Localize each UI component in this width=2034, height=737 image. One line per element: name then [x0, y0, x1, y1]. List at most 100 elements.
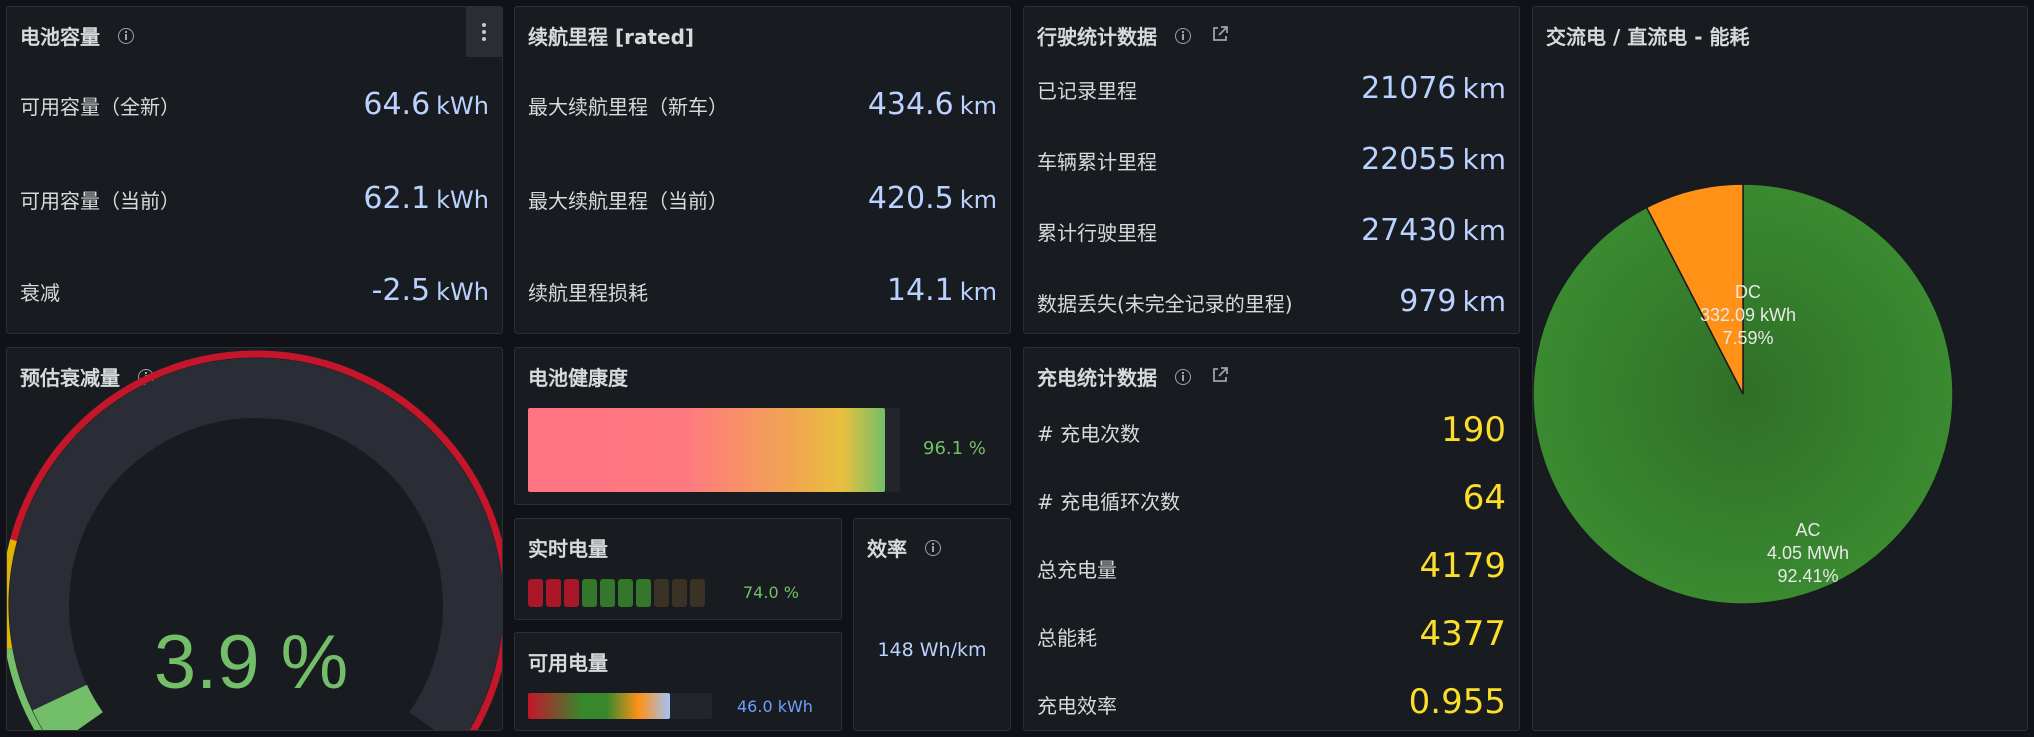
stat-row: 总能耗 4377 [1037, 614, 1506, 654]
stat-label: # 充电循环次数 [1037, 490, 1181, 514]
stat-label: 车辆累计里程 [1037, 150, 1157, 174]
energy-value: 46.0 kWh [737, 697, 813, 716]
pie-label-ac-name: AC [1795, 520, 1820, 540]
stat-row: 可用容量（全新） 64.6 kWh [20, 87, 489, 122]
panel-degradation-gauge: 预估衰减量 3.9 % [6, 347, 503, 731]
stat-row: 最大续航里程（新车） 434.6 km [528, 87, 997, 122]
gauge-fill [32, 684, 104, 730]
stat-row: 充电效率 0.955 [1037, 682, 1506, 722]
external-link-icon[interactable] [1211, 24, 1229, 48]
panel-menu-button[interactable] [466, 7, 502, 57]
soc-segment [600, 579, 615, 607]
stat-label: 续航里程损耗 [528, 281, 648, 305]
stat-value: 4377 [1419, 614, 1506, 654]
pie-label-dc-value: 332.09 kWh [1700, 305, 1796, 325]
stat-label: 可用容量（全新） [20, 95, 180, 119]
soc-segment [654, 579, 669, 607]
panel-title-text: 行驶统计数据 [1037, 25, 1157, 49]
soc-segment [582, 579, 597, 607]
stat-row: 可用容量（当前） 62.1 kWh [20, 181, 489, 216]
panel-range: 续航里程 [rated] 最大续航里程（新车） 434.6 km 最大续航里程（当… [514, 6, 1011, 334]
stat-value: 22055 km [1361, 142, 1506, 177]
stat-value: 14.1 km [886, 273, 997, 308]
panel-live-soc: 实时电量 74.0 % [514, 518, 842, 620]
soc-segment-bar [528, 579, 705, 607]
pie-chart: DC 332.09 kWh 7.59% AC 4.05 MWh 92.41% [1533, 183, 1954, 605]
efficiency-value: 148 Wh/km [877, 639, 987, 661]
soc-value: 74.0 % [743, 583, 799, 602]
stat-label: 累计行驶里程 [1037, 221, 1157, 245]
info-icon[interactable] [925, 539, 941, 556]
stat-row: 最大续航里程（当前） 420.5 km [528, 181, 997, 216]
stat-row: 已记录里程 21076 km [1037, 71, 1506, 106]
stat-row: # 充电循环次数 64 [1037, 478, 1506, 518]
stat-value: 190 [1441, 410, 1506, 450]
stat-value: 62.1 kWh [363, 181, 489, 216]
stat-value: 4179 [1419, 546, 1506, 586]
stat-row: 衰减 -2.5 kWh [20, 273, 489, 308]
stat-value: 979 km [1399, 284, 1506, 319]
panel-charge-stats: 充电统计数据 # 充电次数 190 # 充电循环次数 64 总充电量 4179 … [1023, 347, 1520, 731]
soc-segment [690, 579, 705, 607]
panel-efficiency: 效率 148 Wh/km [853, 518, 1011, 731]
gauge-value: 3.9 % [154, 620, 348, 705]
stat-row: 数据丢失(未完全记录的里程) 979 km [1037, 284, 1506, 319]
soc-segment [618, 579, 633, 607]
stat-label: # 充电次数 [1037, 422, 1141, 446]
stat-value: -2.5 kWh [371, 273, 489, 308]
panel-title-text: 电池健康度 [528, 366, 628, 390]
stat-label: 总能耗 [1037, 626, 1097, 650]
stat-row: # 充电次数 190 [1037, 410, 1506, 450]
panel-title: 充电统计数据 [1037, 362, 1229, 391]
panel-title-text: 电池容量 [20, 25, 100, 49]
soc-segment [672, 579, 687, 607]
stat-value: 64.6 kWh [363, 87, 489, 122]
stat-row: 续航里程损耗 14.1 km [528, 273, 997, 308]
panel-title: 效率 [867, 533, 941, 562]
panel-title-text: 实时电量 [528, 537, 608, 561]
stat-value: 420.5 km [867, 181, 997, 216]
pie-label-dc-name: DC [1735, 282, 1761, 302]
stat-label: 充电效率 [1037, 694, 1117, 718]
panel-battery-capacity: 电池容量 可用容量（全新） 64.6 kWh 可用容量（当前） 62.1 kWh 衰… [6, 6, 503, 334]
panel-title: 电池健康度 [528, 362, 628, 391]
pie-label-ac-percent: 92.41% [1777, 566, 1838, 586]
panel-title-text: 效率 [867, 537, 907, 561]
stat-value: 21076 km [1361, 71, 1506, 106]
stat-row: 总充电量 4179 [1037, 546, 1506, 586]
info-icon[interactable] [118, 27, 134, 44]
stat-label: 数据丢失(未完全记录的里程) [1037, 292, 1293, 316]
panel-ac-dc-pie: 交流电 / 直流电 - 能耗 DC 332.09 kWh 7.59% AC 4.… [1532, 6, 2028, 731]
energy-bar-track [528, 693, 712, 719]
stat-label: 总充电量 [1037, 558, 1117, 582]
stat-label: 可用容量（当前） [20, 189, 180, 213]
stat-row: 车辆累计里程 22055 km [1037, 142, 1506, 177]
stat-value: 64 [1462, 478, 1506, 518]
info-icon[interactable] [1175, 27, 1191, 44]
stat-value: 434.6 km [867, 87, 997, 122]
panel-title-text: 续航里程 [rated] [528, 25, 695, 49]
health-bar-track [528, 408, 900, 492]
panel-title: 行驶统计数据 [1037, 21, 1229, 50]
gauge: 3.9 % [7, 350, 502, 730]
panel-title-text: 充电统计数据 [1037, 366, 1157, 390]
stat-row: 累计行驶里程 27430 km [1037, 213, 1506, 248]
soc-segment [564, 579, 579, 607]
health-bar-fill [528, 408, 886, 492]
panel-title: 实时电量 [528, 533, 608, 562]
health-value: 96.1 % [923, 438, 986, 459]
external-link-icon[interactable] [1211, 365, 1229, 389]
pie-label-ac-value: 4.05 MWh [1767, 543, 1849, 563]
panel-usable-energy: 可用电量 46.0 kWh [514, 632, 842, 731]
panel-title-text: 可用电量 [528, 651, 608, 675]
stat-label: 最大续航里程（新车） [528, 95, 728, 119]
stat-value: 0.955 [1408, 682, 1506, 722]
info-icon[interactable] [1175, 368, 1191, 385]
panel-title: 续航里程 [rated] [528, 21, 694, 50]
stat-value: 27430 km [1361, 213, 1506, 248]
panel-title: 可用电量 [528, 647, 608, 676]
stat-label: 已记录里程 [1037, 79, 1137, 103]
pie-label-dc-percent: 7.59% [1722, 328, 1773, 348]
stat-label: 衰减 [20, 281, 60, 305]
soc-segment [546, 579, 561, 607]
